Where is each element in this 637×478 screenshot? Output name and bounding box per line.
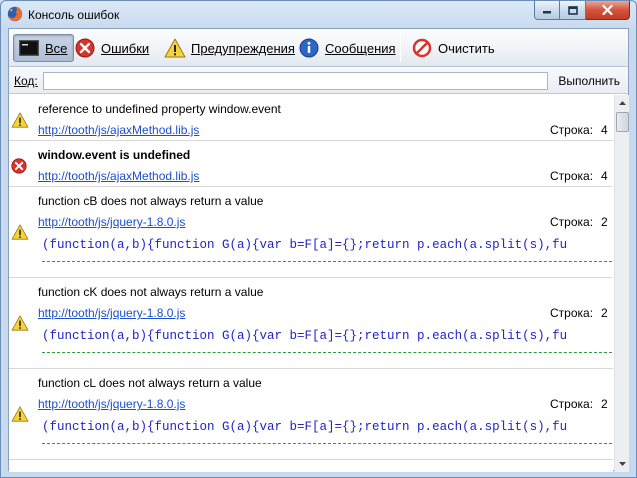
entry-source-link[interactable]: http://tooth/js/jquery-1.8.0.js xyxy=(38,306,185,320)
console-client-area: Все Ошибки Предупреждения Сообщения Очис… xyxy=(8,28,629,472)
error-icon xyxy=(11,158,29,176)
entry-line-number: 4 xyxy=(601,169,608,183)
filter-warnings-label: Предупреждения xyxy=(191,40,295,56)
error-icon xyxy=(74,37,96,59)
scroll-up-button[interactable] xyxy=(615,95,630,111)
run-button[interactable]: Выполнить xyxy=(558,74,620,88)
entry-source-link[interactable]: http://tooth/js/jquery-1.8.0.js xyxy=(38,397,185,411)
error-console-window: Консоль ошибок Все Ошибки Предупреждения… xyxy=(0,0,637,478)
scroll-thumb[interactable] xyxy=(616,112,629,132)
close-icon xyxy=(602,5,613,15)
entry-line-number: 4 xyxy=(601,123,608,137)
entry-source-link[interactable]: http://tooth/js/ajaxMethod.lib.js xyxy=(38,169,199,183)
console-entry[interactable]: reference to undefined property window.e… xyxy=(9,95,613,141)
message-list: reference to undefined property window.e… xyxy=(9,95,613,472)
entry-message: function cK does not always return a val… xyxy=(38,285,264,299)
filter-all-button[interactable]: Все xyxy=(13,34,75,62)
warning-icon xyxy=(11,406,29,424)
scroll-down-button[interactable] xyxy=(615,456,630,472)
entry-message: window.event is undefined xyxy=(38,148,191,162)
warning-icon xyxy=(11,315,29,333)
vertical-scrollbar[interactable] xyxy=(614,95,629,472)
entry-line-label: Строка: xyxy=(550,169,594,183)
window-title: Консоль ошибок xyxy=(28,8,120,22)
filter-errors-label: Ошибки xyxy=(101,40,150,56)
entry-line-label: Строка: xyxy=(550,215,594,229)
code-evaluation-bar: Код: Выполнить xyxy=(9,68,628,94)
entry-message: reference to undefined property window.e… xyxy=(38,102,281,116)
firefox-icon xyxy=(7,6,23,22)
toolbar: Все Ошибки Предупреждения Сообщения Очис… xyxy=(9,29,628,67)
filter-errors-button[interactable]: Ошибки xyxy=(70,34,155,62)
error-position-marker xyxy=(42,443,612,444)
code-input[interactable] xyxy=(43,72,548,90)
entry-source-link[interactable]: http://tooth/js/jquery-1.8.0.js xyxy=(38,215,185,229)
filter-messages-label: Сообщения xyxy=(325,40,396,56)
warning-icon xyxy=(11,224,29,242)
filter-messages-button[interactable]: Сообщения xyxy=(294,34,402,62)
filter-warnings-button[interactable]: Предупреждения xyxy=(160,34,301,62)
maximize-icon xyxy=(567,5,578,15)
clear-icon xyxy=(411,37,433,59)
console-entry[interactable]: function cB does not always return a val… xyxy=(9,187,613,278)
clear-label: Очистить xyxy=(438,40,495,56)
warning-icon xyxy=(11,112,29,130)
entry-line-number: 2 xyxy=(601,397,608,411)
entry-message: function cL does not always return a val… xyxy=(38,376,262,390)
arrow-down-icon xyxy=(619,462,626,466)
error-position-marker xyxy=(42,352,612,353)
entry-source-code: (function(a,b){function G(a){var b=F[a]=… xyxy=(42,420,568,434)
minimize-button[interactable] xyxy=(534,1,560,20)
filter-all-label: Все xyxy=(45,40,68,56)
entry-line-number: 2 xyxy=(601,215,608,229)
close-button[interactable] xyxy=(586,1,630,20)
entry-line-number: 2 xyxy=(601,306,608,320)
console-entry[interactable]: function cK does not always return a val… xyxy=(9,278,613,369)
run-label: Выполнить xyxy=(558,74,620,88)
maximize-button[interactable] xyxy=(560,1,586,20)
entry-line-label: Строка: xyxy=(550,397,594,411)
warning-icon xyxy=(164,37,186,59)
minimize-icon xyxy=(543,11,551,14)
console-all-icon xyxy=(18,37,40,59)
clear-button[interactable]: Очистить xyxy=(407,34,501,62)
entry-message: function cB does not always return a val… xyxy=(38,194,264,208)
arrow-up-icon xyxy=(619,101,626,105)
entry-source-code: (function(a,b){function G(a){var b=F[a]=… xyxy=(42,238,568,252)
title-bar[interactable]: Консоль ошибок xyxy=(1,1,636,27)
entry-line-label: Строка: xyxy=(550,123,594,137)
window-controls xyxy=(534,1,630,20)
entry-line-label: Строка: xyxy=(550,306,594,320)
error-position-marker xyxy=(42,261,612,262)
entry-source-link[interactable]: http://tooth/js/ajaxMethod.lib.js xyxy=(38,123,199,137)
entry-source-code: (function(a,b){function G(a){var b=F[a]=… xyxy=(42,329,568,343)
console-entry[interactable]: function cL does not always return a val… xyxy=(9,369,613,460)
console-entry[interactable]: window.event is undefined http://tooth/js… xyxy=(9,141,613,187)
info-icon xyxy=(298,37,320,59)
code-label: Код: xyxy=(14,74,38,88)
toolbar-separator xyxy=(400,34,401,62)
